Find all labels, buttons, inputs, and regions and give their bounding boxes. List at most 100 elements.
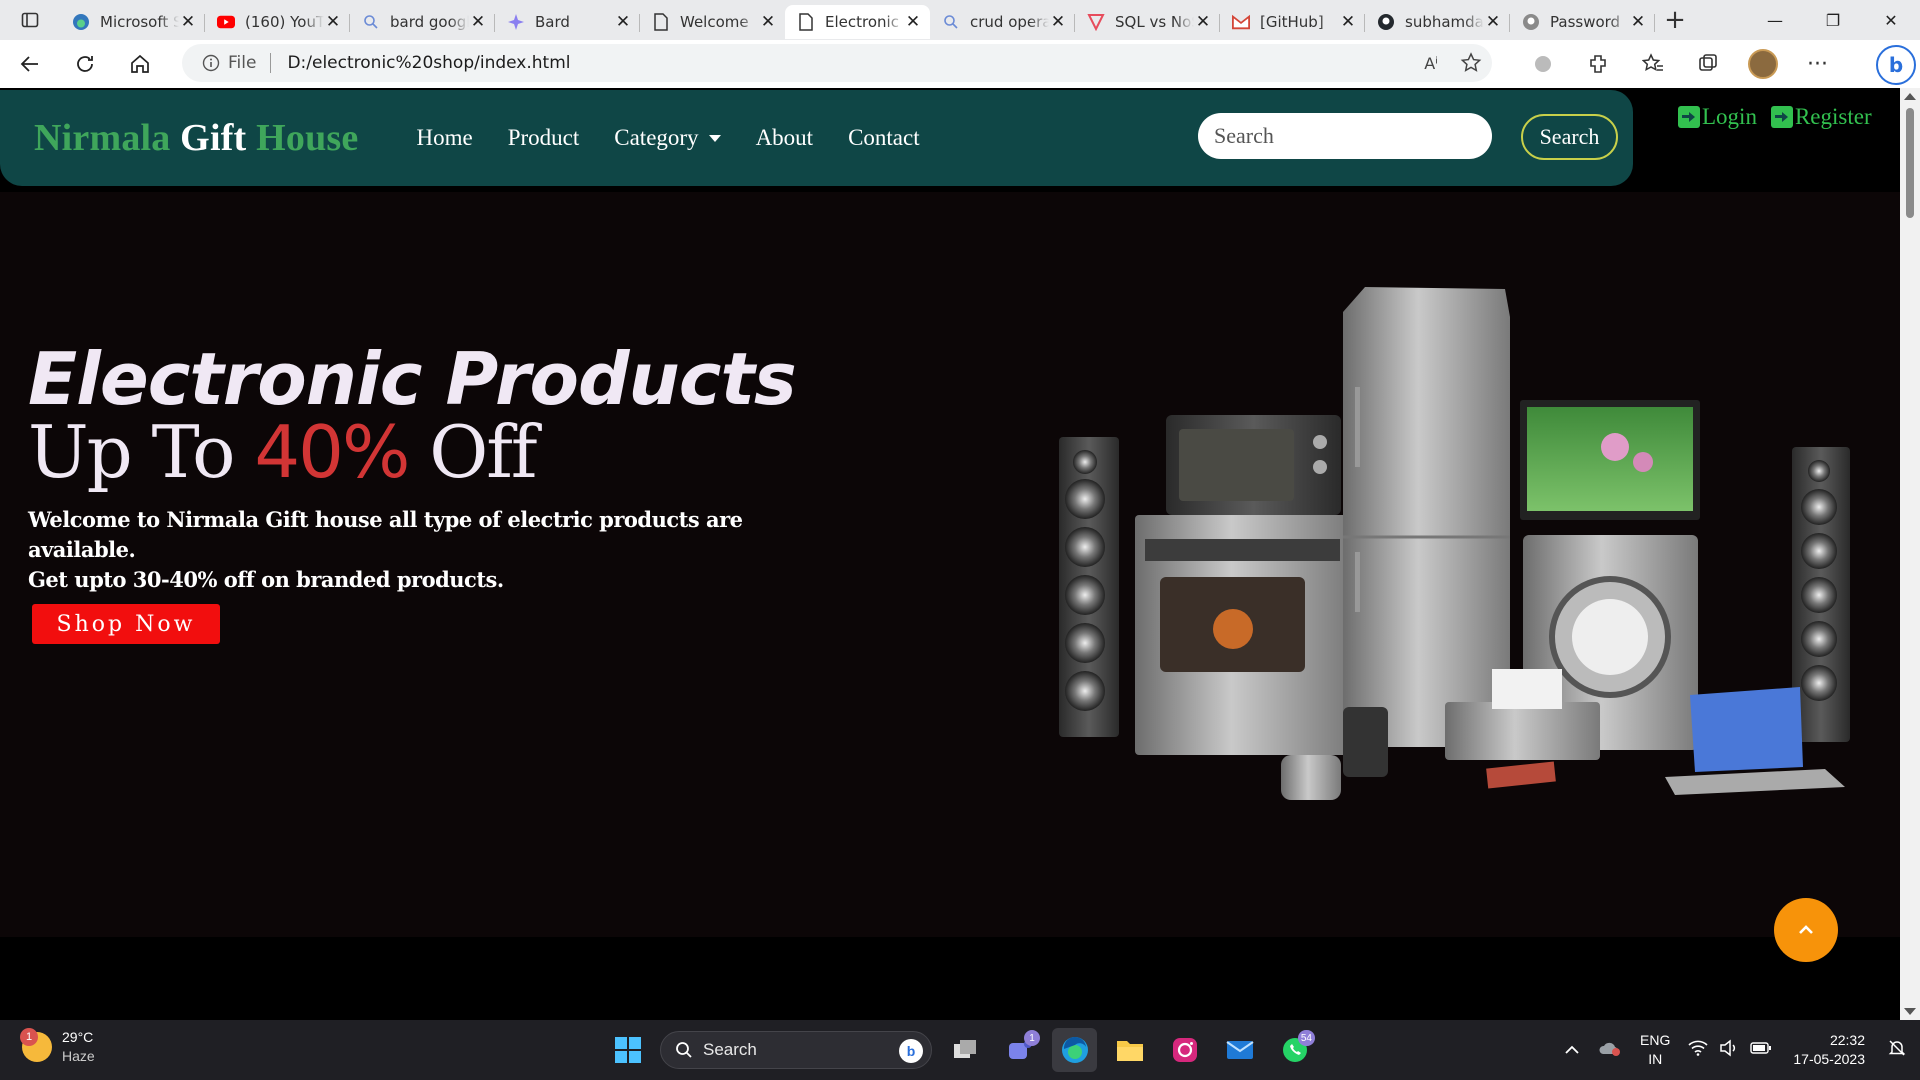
search-icon [362,13,380,31]
browser-tab[interactable]: Welcome ✕ [640,5,785,39]
hero-discount: 40% [254,410,410,494]
gmail-icon [1232,13,1250,31]
extensions-icon[interactable] [1570,40,1625,88]
browser-tab[interactable]: bard google✕ [350,5,495,39]
reload-icon[interactable] [60,44,110,84]
tab-title: SQL vs NoSQL [1115,13,1194,31]
hero-sub-suffix: Off [408,410,537,494]
browser-tab[interactable]: SQL vs NoSQL✕ [1075,5,1220,39]
register-link[interactable]: Register [1770,104,1872,130]
system-clock[interactable]: 22:32 17-05-2023 [1793,1031,1865,1069]
browser-tab[interactable]: Bard ✕ [495,5,640,39]
info-icon[interactable] [202,54,220,72]
hero-description: Welcome to Nirmala Gift house all type o… [28,505,788,595]
new-tab-button[interactable]: + [1655,0,1695,40]
close-tab-icon[interactable]: ✕ [324,13,342,31]
scroll-thumb[interactable] [1906,108,1914,218]
instagram-icon[interactable] [1162,1028,1207,1072]
mail-icon[interactable] [1217,1028,1262,1072]
address-bar[interactable]: File D:/electronic%20shop/index.html Aⁱ [182,44,1492,82]
brand-part-2: Gift [170,117,247,159]
brand-part-1: Nirmala [34,117,171,159]
browser-tab[interactable]: (160) YouTube✕ [205,5,350,39]
tracking-icon[interactable] [1515,40,1570,88]
register-icon [1770,106,1793,128]
github-icon [1522,13,1540,31]
vercel-icon [1087,13,1105,31]
close-tab-icon[interactable]: ✕ [1339,13,1357,31]
url-text[interactable]: D:/electronic%20shop/index.html [287,53,570,73]
nav-about[interactable]: About [756,125,814,151]
hero-section: Electronic Products Up To 40% Off Welcom… [0,192,1900,937]
shop-now-button[interactable]: Shop Now [32,604,220,644]
close-tab-icon[interactable]: ✕ [1484,13,1502,31]
nav-home[interactable]: Home [416,125,472,151]
add-favorite-icon[interactable] [1460,52,1482,74]
nav-category[interactable]: Category [614,125,721,151]
browser-tab[interactable]: Microsoft Start✕ [60,5,205,39]
login-label: Login [1702,104,1757,129]
register-label: Register [1794,104,1872,129]
search-icon [942,13,960,31]
nav-product[interactable]: Product [508,125,580,151]
close-tab-icon[interactable]: ✕ [759,13,777,31]
scroll-up-icon[interactable] [1904,93,1916,100]
browser-tab[interactable]: Password ✕ [1510,5,1655,39]
site-brand[interactable]: Nirmala Gift House [34,116,358,160]
tab-actions-icon[interactable] [0,0,60,40]
close-tab-icon[interactable]: ✕ [179,13,197,31]
bing-chat-button[interactable]: b [1876,45,1916,85]
browser-tab[interactable]: crud operations✕ [930,5,1075,39]
windows-taskbar: 1 29°C Haze Search b 1 54 ENG IN 22:32 1… [0,1020,1920,1080]
favorites-icon[interactable] [1625,40,1680,88]
file-explorer-icon[interactable] [1107,1028,1152,1072]
close-tab-icon[interactable]: ✕ [469,13,487,31]
toolbar-actions: ··· [1515,40,1845,88]
show-hidden-icons[interactable] [1564,1041,1580,1060]
more-icon[interactable]: ··· [1790,40,1845,88]
minimize-icon[interactable]: — [1746,0,1804,40]
teams-icon[interactable]: 1 [997,1028,1042,1072]
page-scrollbar[interactable] [1900,88,1920,1020]
profile-avatar[interactable] [1735,40,1790,88]
onedrive-icon[interactable] [1598,1040,1622,1061]
close-tab-icon[interactable]: ✕ [1194,13,1212,31]
browser-tab[interactable]: subhamdas ✕ [1365,5,1510,39]
wifi-icon[interactable] [1688,1040,1708,1061]
taskbar-search[interactable]: Search b [660,1031,932,1069]
site-search-input[interactable]: Search [1198,113,1492,159]
scroll-to-top-button[interactable] [1774,898,1838,962]
browser-tab[interactable]: Electronic Products✕ [785,5,930,39]
restore-icon[interactable]: ❐ [1804,0,1862,40]
edge-taskbar-icon[interactable] [1052,1028,1097,1072]
battery-icon[interactable] [1750,1041,1772,1060]
taskbar-apps: Search b 1 54 [605,1028,1317,1072]
youtube-icon [217,13,235,31]
collections-icon[interactable] [1680,40,1735,88]
close-tab-icon[interactable]: ✕ [1049,13,1067,31]
volume-icon[interactable] [1719,1038,1739,1062]
read-aloud-icon[interactable]: Aⁱ [1424,54,1438,73]
nav-contact[interactable]: Contact [848,125,920,151]
home-icon[interactable] [115,44,165,84]
chevron-up-icon [1799,925,1813,934]
language-indicator[interactable]: ENG IN [1640,1031,1670,1069]
scroll-down-icon[interactable] [1904,1008,1916,1015]
teams-badge: 1 [1024,1030,1040,1046]
close-tab-icon[interactable]: ✕ [614,13,632,31]
tab-list: Microsoft Start✕(160) YouTube✕bard googl… [60,1,1655,39]
back-icon[interactable] [5,44,55,84]
close-tab-icon[interactable]: ✕ [1629,13,1647,31]
whatsapp-icon[interactable]: 54 [1272,1028,1317,1072]
page-icon [797,13,815,31]
start-icon[interactable] [605,1028,650,1072]
close-window-icon[interactable]: ✕ [1862,0,1920,40]
weather-widget[interactable]: 1 29°C Haze [20,1028,95,1066]
browser-tab[interactable]: [GitHub] ✕ [1220,5,1365,39]
notifications-icon[interactable] [1888,1039,1906,1062]
system-tray: ENG IN 22:32 17-05-2023 [1555,1020,1920,1080]
site-search-button[interactable]: Search [1521,114,1618,160]
task-view-icon[interactable] [942,1028,987,1072]
close-tab-icon[interactable]: ✕ [904,13,922,31]
login-link[interactable]: Login [1678,104,1757,130]
